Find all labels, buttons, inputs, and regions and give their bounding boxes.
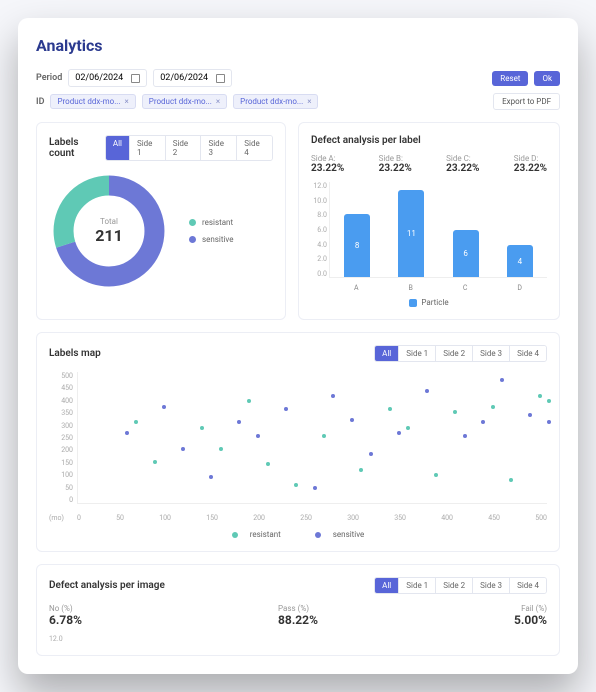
product-chip[interactable]: Product ddx-mo...× xyxy=(142,94,227,109)
tab-side4[interactable]: Side 4 xyxy=(510,578,546,593)
labels-map-tabs: All Side 1 Side 2 Side 3 Side 4 xyxy=(374,345,547,362)
tab-all[interactable]: All xyxy=(375,578,399,593)
tab-side2[interactable]: Side 2 xyxy=(166,136,202,160)
legend-dot-icon xyxy=(232,532,238,538)
page-title: Analytics xyxy=(36,36,560,55)
donut-total-value: 211 xyxy=(95,226,123,245)
tab-side3[interactable]: Side 3 xyxy=(473,578,510,593)
defect-label-title: Defect analysis per label xyxy=(311,135,547,146)
tab-side3[interactable]: Side 3 xyxy=(201,136,237,160)
defect-label-card: Defect analysis per label Side A:23.22% … xyxy=(298,122,560,320)
bar-chart: 12.010.08.06.04.02.00.0 81164 ABCD xyxy=(311,182,547,292)
export-pdf-button[interactable]: Export to PDF xyxy=(493,93,560,110)
labels-count-tabs: All Side 1 Side 2 Side 3 Side 4 xyxy=(105,135,273,161)
legend-dot-icon xyxy=(189,219,196,226)
donut-chart: Total 211 xyxy=(49,171,169,291)
tab-side2[interactable]: Side 2 xyxy=(436,346,473,361)
product-chip[interactable]: Product ddx-mo...× xyxy=(233,94,318,109)
defect-image-stats: No (%)6.78% Pass (%)88.22% Fail (%)5.00% xyxy=(49,604,547,627)
id-label: ID xyxy=(36,97,44,107)
labels-map-title: Labels map xyxy=(49,348,101,359)
defect-side-stats: Side A:23.22% Side B:23.22% Side C:23.22… xyxy=(311,154,547,174)
tab-side2[interactable]: Side 2 xyxy=(436,578,473,593)
tab-all[interactable]: All xyxy=(375,346,399,361)
legend-dot-icon xyxy=(315,532,321,538)
filter-row-period: Period 02/06/2024 02/06/2024 Reset Ok xyxy=(36,69,560,87)
defect-image-card: Defect analysis per image All Side 1 Sid… xyxy=(36,564,560,656)
tab-side1[interactable]: Side 1 xyxy=(130,136,166,160)
tab-side4[interactable]: Side 4 xyxy=(510,346,546,361)
axis-tick: 12.0 xyxy=(49,635,547,643)
defect-image-tabs: All Side 1 Side 2 Side 3 Side 4 xyxy=(374,577,547,594)
donut-total-label: Total xyxy=(95,217,123,226)
chip-remove-icon[interactable]: × xyxy=(125,97,129,106)
date-to-input[interactable]: 02/06/2024 xyxy=(153,69,232,87)
calendar-icon xyxy=(131,74,140,83)
donut-legend: resistant sensitive xyxy=(189,218,234,244)
legend-square-icon xyxy=(409,299,417,307)
labels-count-card: Labels count All Side 1 Side 2 Side 3 Si… xyxy=(36,122,286,320)
legend-dot-icon xyxy=(189,236,196,243)
labels-map-card: Labels map All Side 1 Side 2 Side 3 Side… xyxy=(36,332,560,552)
labels-count-title: Labels count xyxy=(49,137,105,159)
bar-legend: Particle xyxy=(311,298,547,307)
tab-side1[interactable]: Side 1 xyxy=(399,578,436,593)
tab-side1[interactable]: Side 1 xyxy=(399,346,436,361)
tab-side4[interactable]: Side 4 xyxy=(237,136,272,160)
reset-button[interactable]: Reset xyxy=(492,71,528,86)
defect-image-title: Defect analysis per image xyxy=(49,580,165,591)
scatter-legend: resistant sensitive xyxy=(49,530,547,539)
scatter-chart: 500450400350300250200150100500 050100150… xyxy=(49,372,547,522)
tab-side3[interactable]: Side 3 xyxy=(473,346,510,361)
chip-remove-icon[interactable]: × xyxy=(307,97,311,106)
product-chip[interactable]: Product ddx-mo...× xyxy=(50,94,135,109)
calendar-icon xyxy=(216,74,225,83)
ok-button[interactable]: Ok xyxy=(534,71,560,86)
period-label: Period xyxy=(36,73,62,83)
date-from-input[interactable]: 02/06/2024 xyxy=(68,69,147,87)
chip-remove-icon[interactable]: × xyxy=(216,97,220,106)
analytics-dashboard: Analytics Period 02/06/2024 02/06/2024 R… xyxy=(18,18,578,674)
filter-row-id: ID Product ddx-mo...× Product ddx-mo...×… xyxy=(36,93,560,110)
tab-all[interactable]: All xyxy=(106,136,130,160)
